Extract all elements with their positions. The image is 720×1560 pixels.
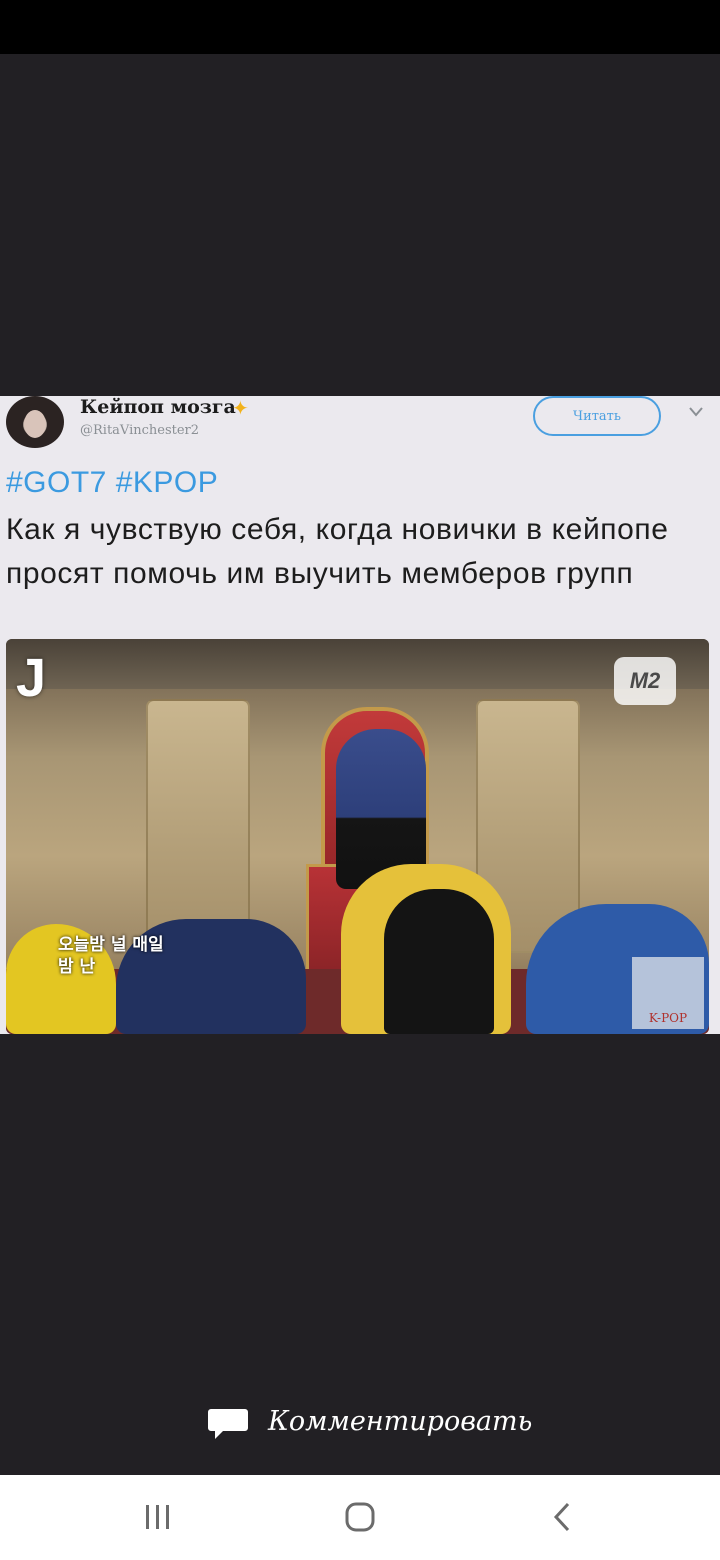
kpop-badge: K-POP (632, 957, 704, 1029)
show-logo: J (16, 648, 47, 708)
photo-ceiling (6, 639, 709, 689)
recent-apps-icon (146, 1505, 169, 1529)
account-name: Кейпоп мозга (80, 396, 236, 418)
back-button[interactable] (532, 1495, 592, 1539)
tweet-header: Кейпоп мозга ✦ @RitaVinchester2 Читать (0, 396, 720, 456)
photo-caption: 오늘밤 널 매일밤 난 (58, 935, 164, 977)
wall-panel (146, 699, 250, 953)
navigation-bar (0, 1475, 720, 1560)
tweet-text: Как я чувствую себя, когда новички в кей… (6, 513, 669, 590)
avatar (6, 396, 64, 448)
star-icon: ✦ (232, 396, 249, 420)
back-icon (553, 1502, 570, 1532)
tweet-photo: J M2 오늘밤 널 매일밤 난 K-POP (6, 639, 709, 1034)
speech-bubble-icon (208, 1409, 248, 1439)
account-handle: @RitaVinchester2 (80, 423, 200, 438)
recent-apps-button[interactable] (128, 1495, 188, 1539)
chevron-down-icon (689, 407, 703, 417)
channel-logo: M2 (614, 657, 676, 705)
avatar-face (24, 410, 46, 438)
follow-button: Читать (533, 396, 661, 436)
status-bar (0, 0, 720, 54)
comment-label: Комментировать (268, 1406, 533, 1437)
post-image[interactable]: Кейпоп мозга ✦ @RitaVinchester2 Читать #… (0, 396, 720, 1034)
hashtags: #GOT7 #KPOP (6, 466, 219, 499)
comment-button[interactable]: Комментировать (0, 1392, 720, 1462)
bowing-person (384, 889, 494, 1034)
home-icon (345, 1502, 375, 1532)
home-button[interactable] (330, 1495, 390, 1539)
